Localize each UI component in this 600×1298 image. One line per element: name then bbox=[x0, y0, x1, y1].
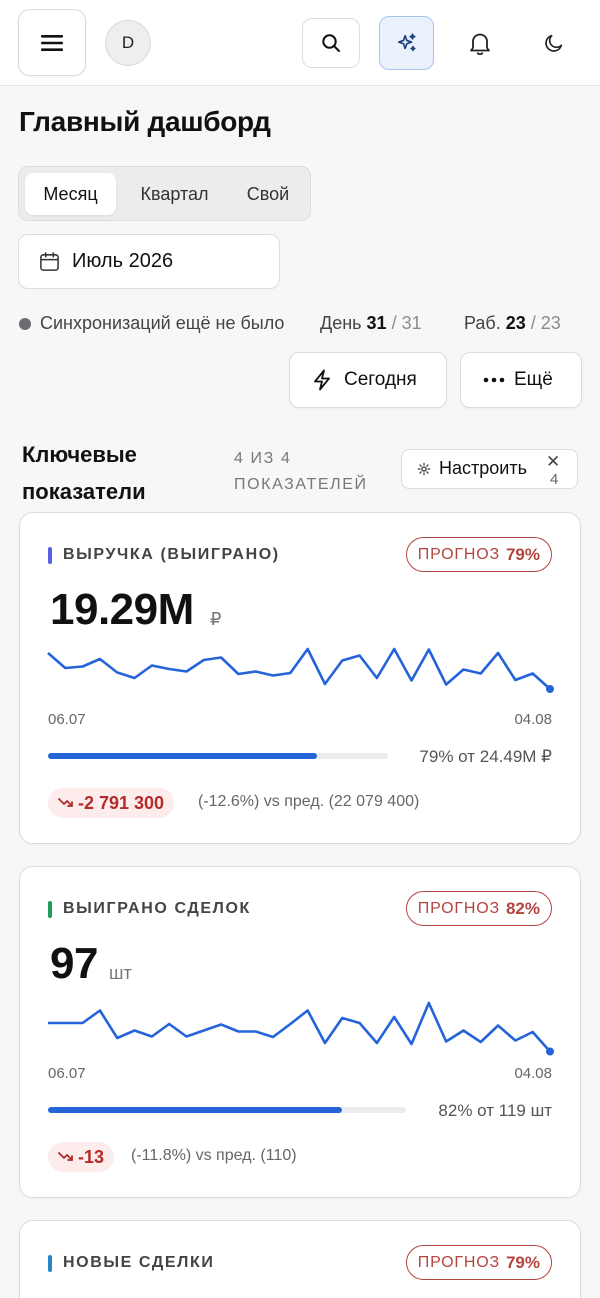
card-accent bbox=[48, 901, 52, 918]
workday-total: / 23 bbox=[530, 313, 561, 333]
top-bar: D bbox=[0, 0, 600, 86]
sparkles-icon bbox=[397, 33, 416, 52]
sparkline-start-date: 06.07 bbox=[48, 711, 86, 728]
day-current: 31 bbox=[366, 313, 387, 333]
metric-value: 19.29M bbox=[50, 585, 194, 634]
sparkline-end-date: 04.08 bbox=[514, 1065, 552, 1082]
metric-unit: шт bbox=[109, 963, 132, 983]
more-button-label: Ещё bbox=[514, 369, 553, 390]
moon-icon bbox=[545, 34, 563, 52]
forecast-badge: ПРОГНОЗ 79% bbox=[405, 537, 552, 572]
progress-text: 79% от 24.49M ₽ bbox=[419, 747, 552, 766]
today-button[interactable]: Сегодня bbox=[289, 352, 447, 408]
forecast-label: ПРОГНОЗ bbox=[417, 1253, 500, 1271]
delta-value: -2 791 300 bbox=[78, 792, 165, 813]
metric-value: 97 bbox=[50, 939, 98, 988]
configure-label: Настроить bbox=[439, 458, 527, 478]
day-label: День bbox=[320, 313, 362, 333]
progress-fill bbox=[48, 1107, 342, 1113]
forecast-value: 79% bbox=[505, 544, 540, 564]
workday-current: 23 bbox=[505, 313, 526, 333]
forecast-badge: ПРОГНОЗ 82% bbox=[405, 891, 552, 926]
sparkline-line bbox=[47, 647, 551, 690]
card-accent bbox=[48, 1255, 52, 1272]
lightning-icon bbox=[312, 369, 334, 391]
forecast-label: ПРОГНОЗ bbox=[417, 899, 500, 917]
trend-down-icon bbox=[58, 798, 73, 807]
trend-down-icon bbox=[58, 1152, 73, 1161]
metric-card-won-deals[interactable]: ВЫИГРАНО СДЕЛОК ПРОГНОЗ 82% 97 шт 06.07 0… bbox=[19, 866, 581, 1198]
sparkline-last-point bbox=[546, 1047, 554, 1056]
sparkline-line bbox=[48, 1001, 551, 1053]
month-picker-value: Июль 2026 bbox=[72, 250, 174, 272]
theme-toggle-button[interactable] bbox=[530, 22, 578, 64]
period-tab-custom[interactable]: Свой bbox=[233, 173, 303, 215]
period-segmented-control: Месяц Квартал Свой bbox=[18, 166, 311, 221]
month-picker[interactable]: Июль 2026 bbox=[18, 234, 280, 289]
sync-status-text: Синхронизаций ещё не было bbox=[40, 313, 285, 333]
metric-card-new-deals[interactable]: НОВЫЕ СДЕЛКИ ПРОГНОЗ 79% bbox=[19, 1220, 581, 1298]
workday-label: Раб. bbox=[464, 313, 501, 333]
avatar-initial: D bbox=[121, 33, 135, 52]
metrics-count: 4 ИЗ 4 ПОКАЗАТЕЛЕЙ bbox=[234, 450, 368, 493]
day-total: / 31 bbox=[391, 313, 422, 333]
sparkline-last-point bbox=[546, 685, 554, 693]
workday-counter: Раб. 23 / 23 bbox=[464, 313, 561, 334]
delta-badge: -13 bbox=[48, 1142, 115, 1172]
notifications-button[interactable] bbox=[456, 22, 504, 64]
page-title: Главный дашборд bbox=[19, 106, 271, 137]
gear-icon bbox=[417, 462, 431, 476]
avatar[interactable]: D bbox=[105, 20, 151, 66]
delta-value: -13 bbox=[78, 1146, 105, 1167]
configure-metrics-button[interactable]: Настроить ✕ 4 bbox=[401, 449, 578, 489]
sync-status-dot bbox=[19, 318, 31, 330]
calendar-icon bbox=[39, 251, 61, 273]
period-tab-month[interactable]: Месяц bbox=[25, 173, 116, 215]
progress-bar bbox=[48, 753, 388, 759]
menu-button[interactable] bbox=[18, 9, 86, 76]
menu-icon bbox=[41, 34, 63, 51]
progress-fill bbox=[48, 753, 317, 759]
delta-comparison: (-11.8%) vs пред. (110) bbox=[131, 1147, 297, 1164]
period-tab-quarter[interactable]: Квартал bbox=[124, 173, 225, 215]
progress-bar bbox=[48, 1107, 406, 1113]
delta-comparison: (-12.6%) vs пред. (22 079 400) bbox=[198, 793, 420, 810]
forecast-badge: ПРОГНОЗ 79% bbox=[405, 1245, 552, 1280]
metric-card-revenue[interactable]: ВЫРУЧКА (ВЫИГРАНО) ПРОГНОЗ 79% 19.29M ₽ 0… bbox=[19, 512, 581, 844]
close-icon[interactable]: ✕ bbox=[546, 452, 560, 472]
search-button[interactable] bbox=[302, 18, 360, 68]
search-icon bbox=[322, 34, 340, 52]
day-counter: День 31 / 31 bbox=[320, 313, 422, 334]
more-button[interactable]: Ещё bbox=[460, 352, 582, 408]
forecast-label: ПРОГНОЗ bbox=[417, 545, 500, 563]
forecast-value: 82% bbox=[505, 898, 540, 918]
configure-count: 4 bbox=[550, 471, 559, 488]
ai-assistant-button[interactable] bbox=[379, 16, 434, 70]
card-title: НОВЫЕ СДЕЛКИ bbox=[63, 1254, 215, 1271]
forecast-value: 79% bbox=[505, 1252, 540, 1272]
today-button-label: Сегодня bbox=[344, 369, 417, 390]
sparkline-start-date: 06.07 bbox=[48, 1065, 86, 1082]
sparkline-chart bbox=[47, 647, 554, 693]
more-dots-icon bbox=[483, 369, 505, 391]
card-title: ВЫРУЧКА (ВЫИГРАНО) bbox=[63, 546, 280, 563]
delta-badge: -2 791 300 bbox=[48, 788, 175, 818]
metric-unit: ₽ bbox=[210, 609, 222, 629]
sparkline-chart bbox=[48, 1001, 554, 1056]
sparkline-end-date: 04.08 bbox=[514, 711, 552, 728]
section-title: Ключевые показатели bbox=[22, 442, 146, 504]
bell-icon bbox=[470, 33, 490, 55]
progress-text: 82% от 119 шт bbox=[438, 1101, 552, 1120]
sync-status-row: Синхронизаций ещё не было День 31 / 31 ·… bbox=[18, 311, 588, 335]
card-accent bbox=[48, 547, 52, 564]
card-title: ВЫИГРАНО СДЕЛОК bbox=[63, 900, 251, 917]
